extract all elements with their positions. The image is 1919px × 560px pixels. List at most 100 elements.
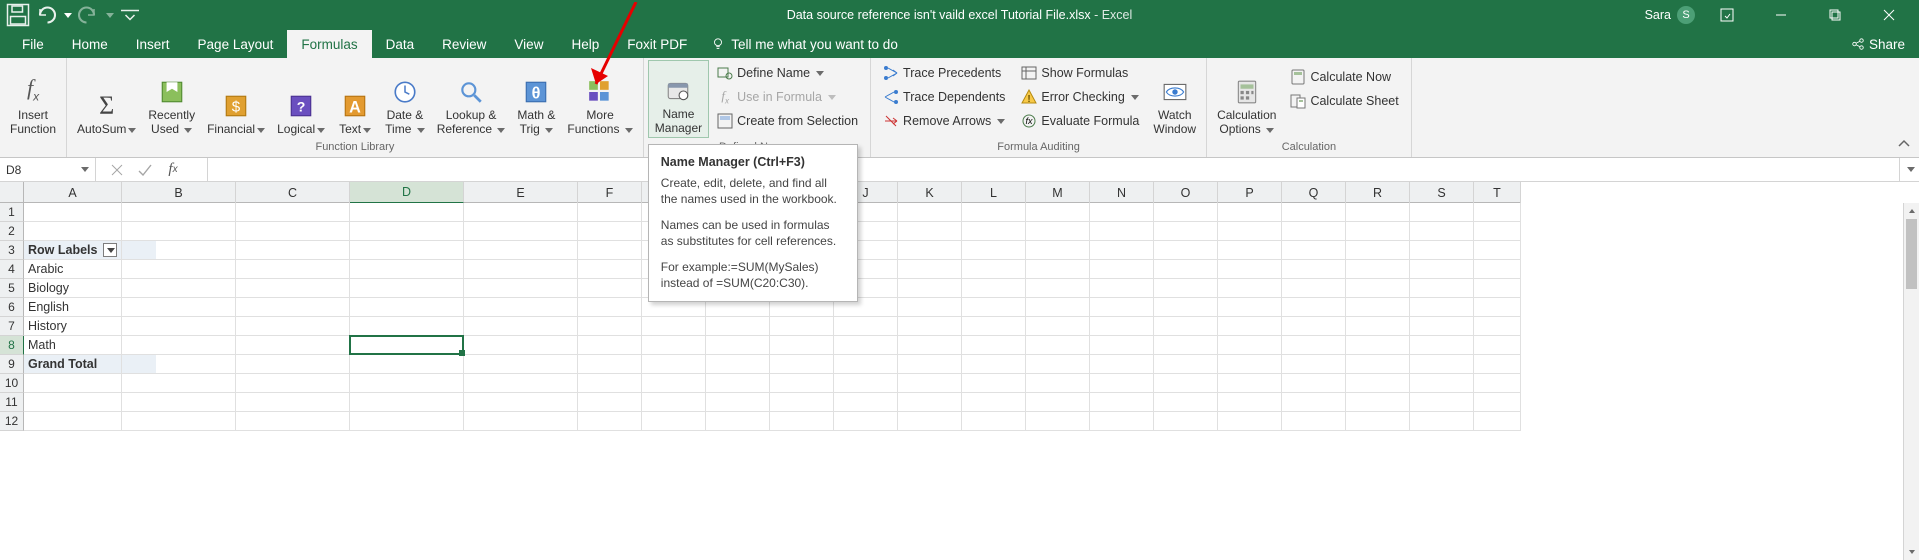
- cell[interactable]: [578, 298, 642, 317]
- cell[interactable]: [962, 374, 1026, 393]
- name-box[interactable]: D8: [0, 158, 96, 181]
- cell[interactable]: [122, 260, 236, 279]
- column-header[interactable]: F: [578, 182, 642, 203]
- cell[interactable]: [1474, 374, 1521, 393]
- financial-button[interactable]: $Financial: [201, 60, 271, 138]
- lookup-reference-button[interactable]: Lookup &Reference: [431, 60, 512, 138]
- cell[interactable]: [1346, 241, 1410, 260]
- more-functions-button[interactable]: MoreFunctions: [561, 60, 638, 138]
- column-header[interactable]: L: [962, 182, 1026, 203]
- show-formulas-button[interactable]: Show Formulas: [1017, 62, 1143, 84]
- column-header[interactable]: K: [898, 182, 962, 203]
- cell[interactable]: [24, 222, 122, 241]
- column-header[interactable]: M: [1026, 182, 1090, 203]
- math-trig-button[interactable]: θMath &Trig: [511, 60, 561, 138]
- row-header[interactable]: 3: [0, 241, 24, 260]
- cell[interactable]: [578, 317, 642, 336]
- cell[interactable]: [706, 412, 770, 431]
- name-manager-button[interactable]: NameManager: [648, 60, 709, 138]
- cell[interactable]: [578, 374, 642, 393]
- cell[interactable]: [122, 222, 236, 241]
- cell[interactable]: [1090, 222, 1154, 241]
- cell[interactable]: [962, 222, 1026, 241]
- cell[interactable]: [1026, 412, 1090, 431]
- tab-page-layout[interactable]: Page Layout: [184, 30, 288, 58]
- qat-undo-icon[interactable]: [34, 3, 58, 27]
- column-header[interactable]: R: [1346, 182, 1410, 203]
- autosum-button[interactable]: ΣAutoSum: [71, 60, 142, 138]
- cell[interactable]: [1154, 336, 1218, 355]
- expand-formula-bar-icon[interactable]: [1899, 158, 1919, 181]
- tab-insert[interactable]: Insert: [122, 30, 184, 58]
- cell[interactable]: [122, 355, 236, 374]
- cell[interactable]: [1154, 279, 1218, 298]
- cell[interactable]: [464, 298, 578, 317]
- cell[interactable]: [1410, 203, 1474, 222]
- cell[interactable]: [1282, 260, 1346, 279]
- cell[interactable]: [642, 412, 706, 431]
- cell[interactable]: Math: [24, 336, 122, 355]
- cell[interactable]: [962, 203, 1026, 222]
- cell[interactable]: [1410, 336, 1474, 355]
- cell[interactable]: [350, 317, 464, 336]
- use-in-formula-button[interactable]: fxUse in Formula: [713, 86, 862, 108]
- cell[interactable]: [898, 241, 962, 260]
- cell[interactable]: [1474, 393, 1521, 412]
- cell[interactable]: [1218, 260, 1282, 279]
- cell[interactable]: [1410, 393, 1474, 412]
- cell[interactable]: [122, 336, 236, 355]
- cell[interactable]: [1410, 241, 1474, 260]
- column-header[interactable]: E: [464, 182, 578, 203]
- cell[interactable]: [834, 317, 898, 336]
- cell[interactable]: [1282, 393, 1346, 412]
- column-header[interactable]: C: [236, 182, 350, 203]
- cell[interactable]: [706, 317, 770, 336]
- remove-arrows-button[interactable]: Remove Arrows: [879, 110, 1009, 132]
- cell[interactable]: [464, 279, 578, 298]
- cell[interactable]: [1090, 374, 1154, 393]
- cell[interactable]: [1282, 203, 1346, 222]
- row-header[interactable]: 11: [0, 393, 24, 412]
- cell[interactable]: [1090, 260, 1154, 279]
- cell[interactable]: [1410, 260, 1474, 279]
- cell[interactable]: [1282, 412, 1346, 431]
- cell[interactable]: [1346, 260, 1410, 279]
- column-header[interactable]: S: [1410, 182, 1474, 203]
- insert-function-icon[interactable]: fx: [160, 159, 186, 181]
- cell[interactable]: [464, 317, 578, 336]
- share-button[interactable]: Share: [1851, 30, 1919, 58]
- cell[interactable]: [1346, 355, 1410, 374]
- cell[interactable]: [962, 241, 1026, 260]
- cell[interactable]: [464, 393, 578, 412]
- watch-window-button[interactable]: WatchWindow: [1147, 60, 1202, 138]
- cell[interactable]: [706, 355, 770, 374]
- qat-customize-icon[interactable]: [118, 3, 142, 27]
- cell[interactable]: [1154, 317, 1218, 336]
- tab-review[interactable]: Review: [428, 30, 500, 58]
- cell[interactable]: [770, 374, 834, 393]
- cell[interactable]: [898, 374, 962, 393]
- cell[interactable]: [1026, 317, 1090, 336]
- logical-button[interactable]: ?Logical: [271, 60, 331, 138]
- cell[interactable]: [1090, 355, 1154, 374]
- tab-view[interactable]: View: [500, 30, 557, 58]
- scroll-up-icon[interactable]: [1904, 203, 1919, 219]
- cell[interactable]: [1346, 374, 1410, 393]
- cell[interactable]: [236, 279, 350, 298]
- cell[interactable]: Row Labels: [24, 241, 122, 260]
- define-name-button[interactable]: Define Name: [713, 62, 862, 84]
- cell[interactable]: [1474, 317, 1521, 336]
- cell[interactable]: [236, 203, 350, 222]
- formula-bar-input[interactable]: [208, 158, 1899, 181]
- cell[interactable]: [642, 355, 706, 374]
- cell[interactable]: [1218, 412, 1282, 431]
- cell[interactable]: [1154, 374, 1218, 393]
- cell[interactable]: [1090, 203, 1154, 222]
- maximize-icon[interactable]: [1813, 0, 1857, 30]
- cell[interactable]: [1090, 279, 1154, 298]
- scrollbar-thumb[interactable]: [1906, 219, 1917, 289]
- cell[interactable]: [1282, 336, 1346, 355]
- cell[interactable]: [898, 355, 962, 374]
- calculation-options-button[interactable]: CalculationOptions: [1211, 60, 1282, 138]
- cell[interactable]: [578, 279, 642, 298]
